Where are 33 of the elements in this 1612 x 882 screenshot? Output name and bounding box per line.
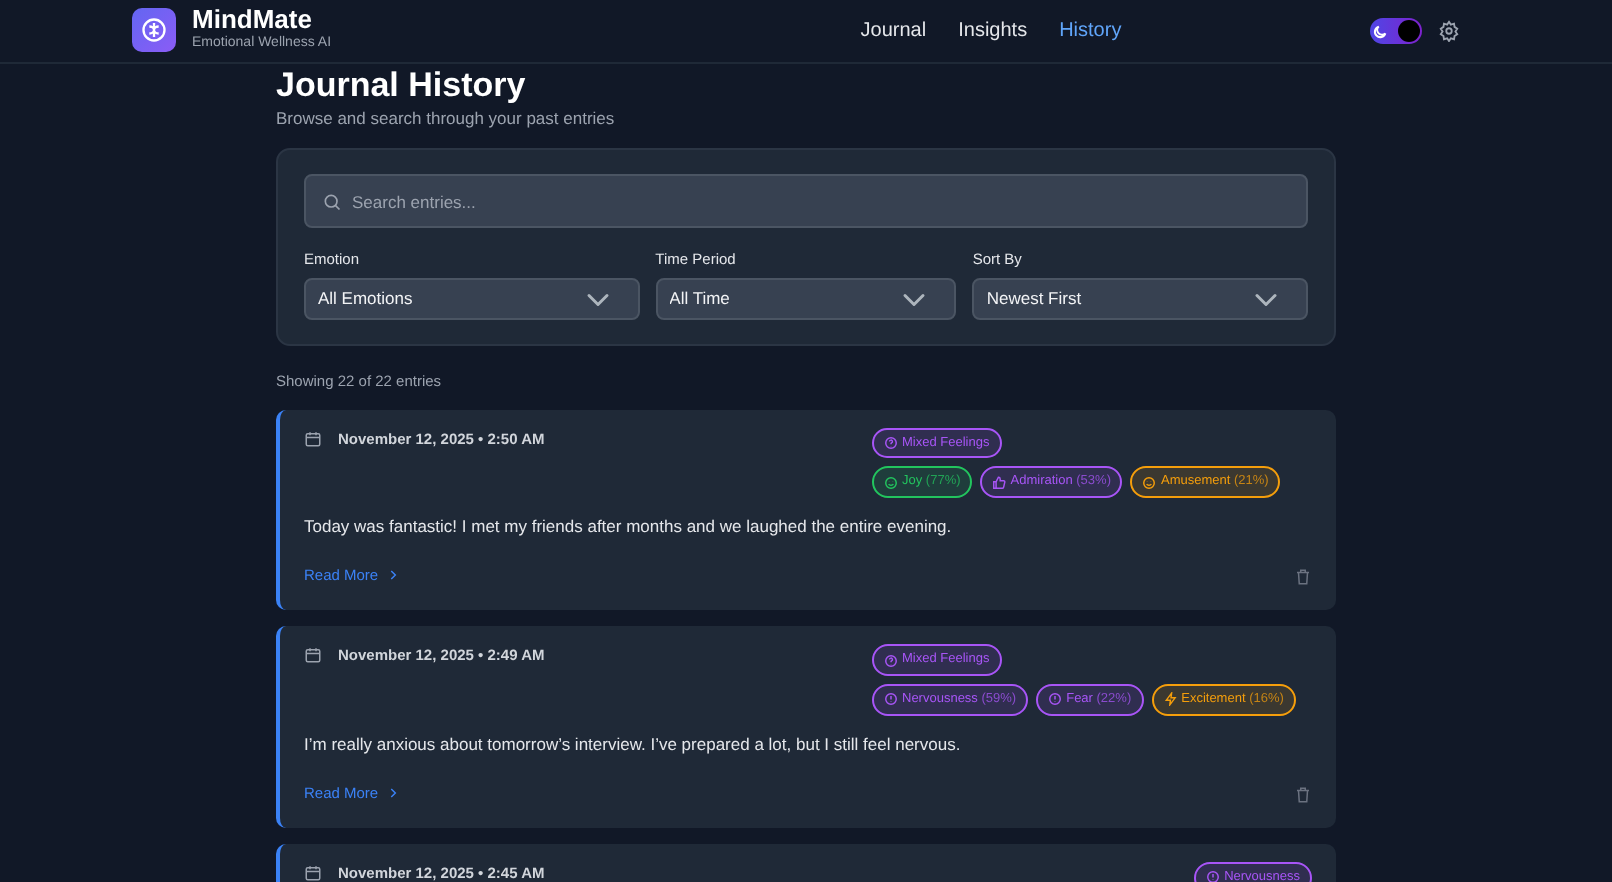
search-field[interactable]: Search entries... — [304, 174, 1308, 228]
question-icon — [884, 435, 898, 450]
trash-icon — [1294, 567, 1312, 586]
chevron-icon — [386, 785, 401, 800]
nav-link[interactable]: Journal — [848, 16, 939, 46]
filter-dropdown[interactable]: All Time — [655, 278, 957, 321]
question-icon — [884, 653, 898, 668]
filter-dropdown[interactable]: Newest First — [972, 278, 1309, 321]
brain-logo-icon — [132, 8, 176, 53]
alert-icon — [1206, 870, 1221, 882]
theme-toggle[interactable] — [1370, 18, 1422, 44]
alert-icon — [1048, 692, 1063, 707]
moon-icon — [1372, 23, 1388, 39]
entry-text: I’m really anxious about tomorrow’s interview. I’ve prepared a lot, but I still feel nervous. — [304, 731, 963, 757]
search-icon — [322, 192, 342, 212]
calendar-icon — [304, 429, 322, 448]
entry-text: Today was fantastic! I met my friends after months and we laughed the entire evening. — [304, 514, 954, 540]
nav-link[interactable]: History — [1047, 16, 1134, 46]
filter-dropdown[interactable]: All Emotions — [304, 278, 640, 321]
nav-link[interactable]: Insights — [946, 16, 1040, 46]
settings-icon[interactable] — [1438, 20, 1460, 42]
alert-icon — [884, 692, 898, 707]
smile-icon — [1142, 475, 1157, 490]
calendar-icon — [304, 646, 322, 665]
trash-icon — [1294, 785, 1312, 804]
brand-name: MindMate — [192, 6, 314, 35]
thumbs-up-icon — [992, 475, 1007, 490]
chevron-icon — [386, 568, 401, 582]
page-title: Journal History — [276, 64, 528, 107]
page-subtitle: Browse and search through your past entries — [276, 106, 617, 132]
lightning-icon — [1163, 692, 1178, 707]
smile-icon — [884, 475, 898, 490]
calendar-icon — [304, 864, 322, 882]
